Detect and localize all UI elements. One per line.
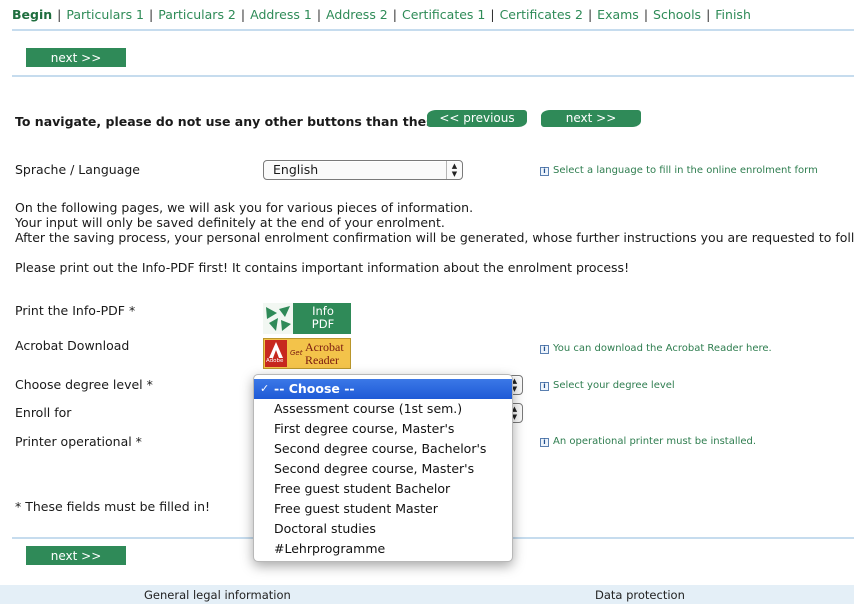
info-icon: i	[540, 438, 549, 447]
tab-separator: |	[392, 7, 397, 22]
tab-separator: |	[149, 7, 154, 22]
degree-dropdown-menu: ✓ -- Choose -- Assessment course (1st sem…	[253, 374, 513, 562]
tab-begin[interactable]: Begin	[12, 7, 52, 22]
tab-particulars-2[interactable]: Particulars 2	[158, 7, 236, 22]
button-divider	[12, 75, 854, 77]
tab-schools[interactable]: Schools	[653, 7, 701, 22]
info-icon: i	[540, 167, 549, 176]
acrobat-download-button[interactable]: Adobe Get Acrobat Reader	[263, 338, 351, 369]
acrobat-label: Acrobat Download	[15, 338, 130, 353]
info-icon: i	[540, 382, 549, 391]
reader-text: Reader	[305, 353, 339, 367]
tab-separator: |	[316, 7, 322, 22]
intro-line-1: On the following pages, we will ask you …	[15, 200, 474, 215]
degree-option-assessment[interactable]: Assessment course (1st sem.)	[254, 399, 512, 419]
legal-info-link[interactable]: General legal information	[144, 588, 291, 602]
degree-option-second-bachelors[interactable]: Second degree course, Bachelor's	[254, 439, 512, 459]
tab-certificates-2[interactable]: Certificates 2	[500, 7, 583, 22]
degree-option-second-masters[interactable]: Second degree course, Master's	[254, 459, 512, 479]
info-icon: i	[540, 345, 549, 354]
degree-option-first-masters[interactable]: First degree course, Master's	[254, 419, 512, 439]
intro-line-4: Please print out the Info-PDF first! It …	[15, 260, 630, 275]
language-select[interactable]: English ▲ ▼	[263, 160, 463, 180]
tab-separator: |	[643, 7, 649, 22]
tab-separator: |	[706, 7, 711, 22]
footer: General legal information Data protectio…	[0, 585, 854, 604]
previous-button-sample[interactable]: << previous	[427, 110, 527, 127]
top-divider	[12, 29, 854, 31]
required-note: * These fields must be filled in!	[15, 499, 211, 514]
language-label: Sprache / Language	[15, 162, 140, 177]
acrobat-hint: i You can download the Acrobat Reader her…	[540, 343, 772, 354]
tab-certificates-1[interactable]: Certificates 1	[402, 7, 485, 22]
tab-exams[interactable]: Exams	[597, 7, 639, 22]
printer-hint: i An operational printer must be installe…	[540, 436, 756, 447]
tab-separator: |	[490, 7, 495, 22]
check-icon: ✓	[260, 382, 270, 395]
printer-label: Printer operational *	[15, 434, 142, 449]
next-button-sample[interactable]: next >>	[541, 110, 641, 127]
adobe-logo-icon: Adobe	[265, 340, 287, 367]
degree-option-doctoral[interactable]: Doctoral studies	[254, 519, 512, 539]
next-button-top[interactable]: next >>	[26, 48, 126, 67]
step-navigation: Begin | Particulars 1 | Particulars 2 | Addres…	[12, 7, 751, 25]
language-hint: i Select a language to fill in the online…	[540, 165, 818, 176]
intro-line-3: After the saving process, your personal …	[15, 230, 854, 245]
acrobat-get-text: Get	[290, 349, 303, 357]
info-pdf-label: Print the Info-PDF *	[15, 303, 136, 318]
tab-address-2[interactable]: Address 2	[326, 7, 388, 22]
degree-option-choose[interactable]: ✓ -- Choose --	[254, 379, 512, 399]
degree-option-guest-master[interactable]: Free guest student Master	[254, 499, 512, 519]
next-button-bottom[interactable]: next >>	[26, 546, 126, 565]
tab-separator: |	[57, 7, 62, 22]
data-protection-link[interactable]: Data protection	[595, 588, 685, 602]
degree-label: Choose degree level *	[15, 377, 153, 392]
tab-separator: |	[240, 7, 246, 22]
intro-line-2: Your input will only be saved definitely…	[15, 215, 445, 230]
degree-option-lehrprogramme[interactable]: #Lehrprogramme	[254, 539, 512, 559]
select-arrows-icon: ▲ ▼	[446, 161, 462, 179]
tab-address-1[interactable]: Address 1	[250, 7, 312, 22]
info-pdf-logo-text: Info PDF	[311, 304, 335, 331]
degree-option-guest-bachelor[interactable]: Free guest student Bachelor	[254, 479, 512, 499]
tab-finish[interactable]: Finish	[715, 7, 751, 22]
degree-hint: i Select your degree level	[540, 380, 675, 391]
navigation-note: To navigate, please do not use any other…	[15, 114, 448, 129]
tab-particulars-1[interactable]: Particulars 1	[66, 7, 144, 22]
info-pdf-logo-icon	[263, 303, 293, 334]
enroll-label: Enroll for	[15, 405, 72, 420]
tab-separator: |	[587, 7, 593, 22]
info-pdf-button[interactable]: Info PDF	[263, 303, 351, 334]
language-select-value: English	[273, 162, 319, 177]
